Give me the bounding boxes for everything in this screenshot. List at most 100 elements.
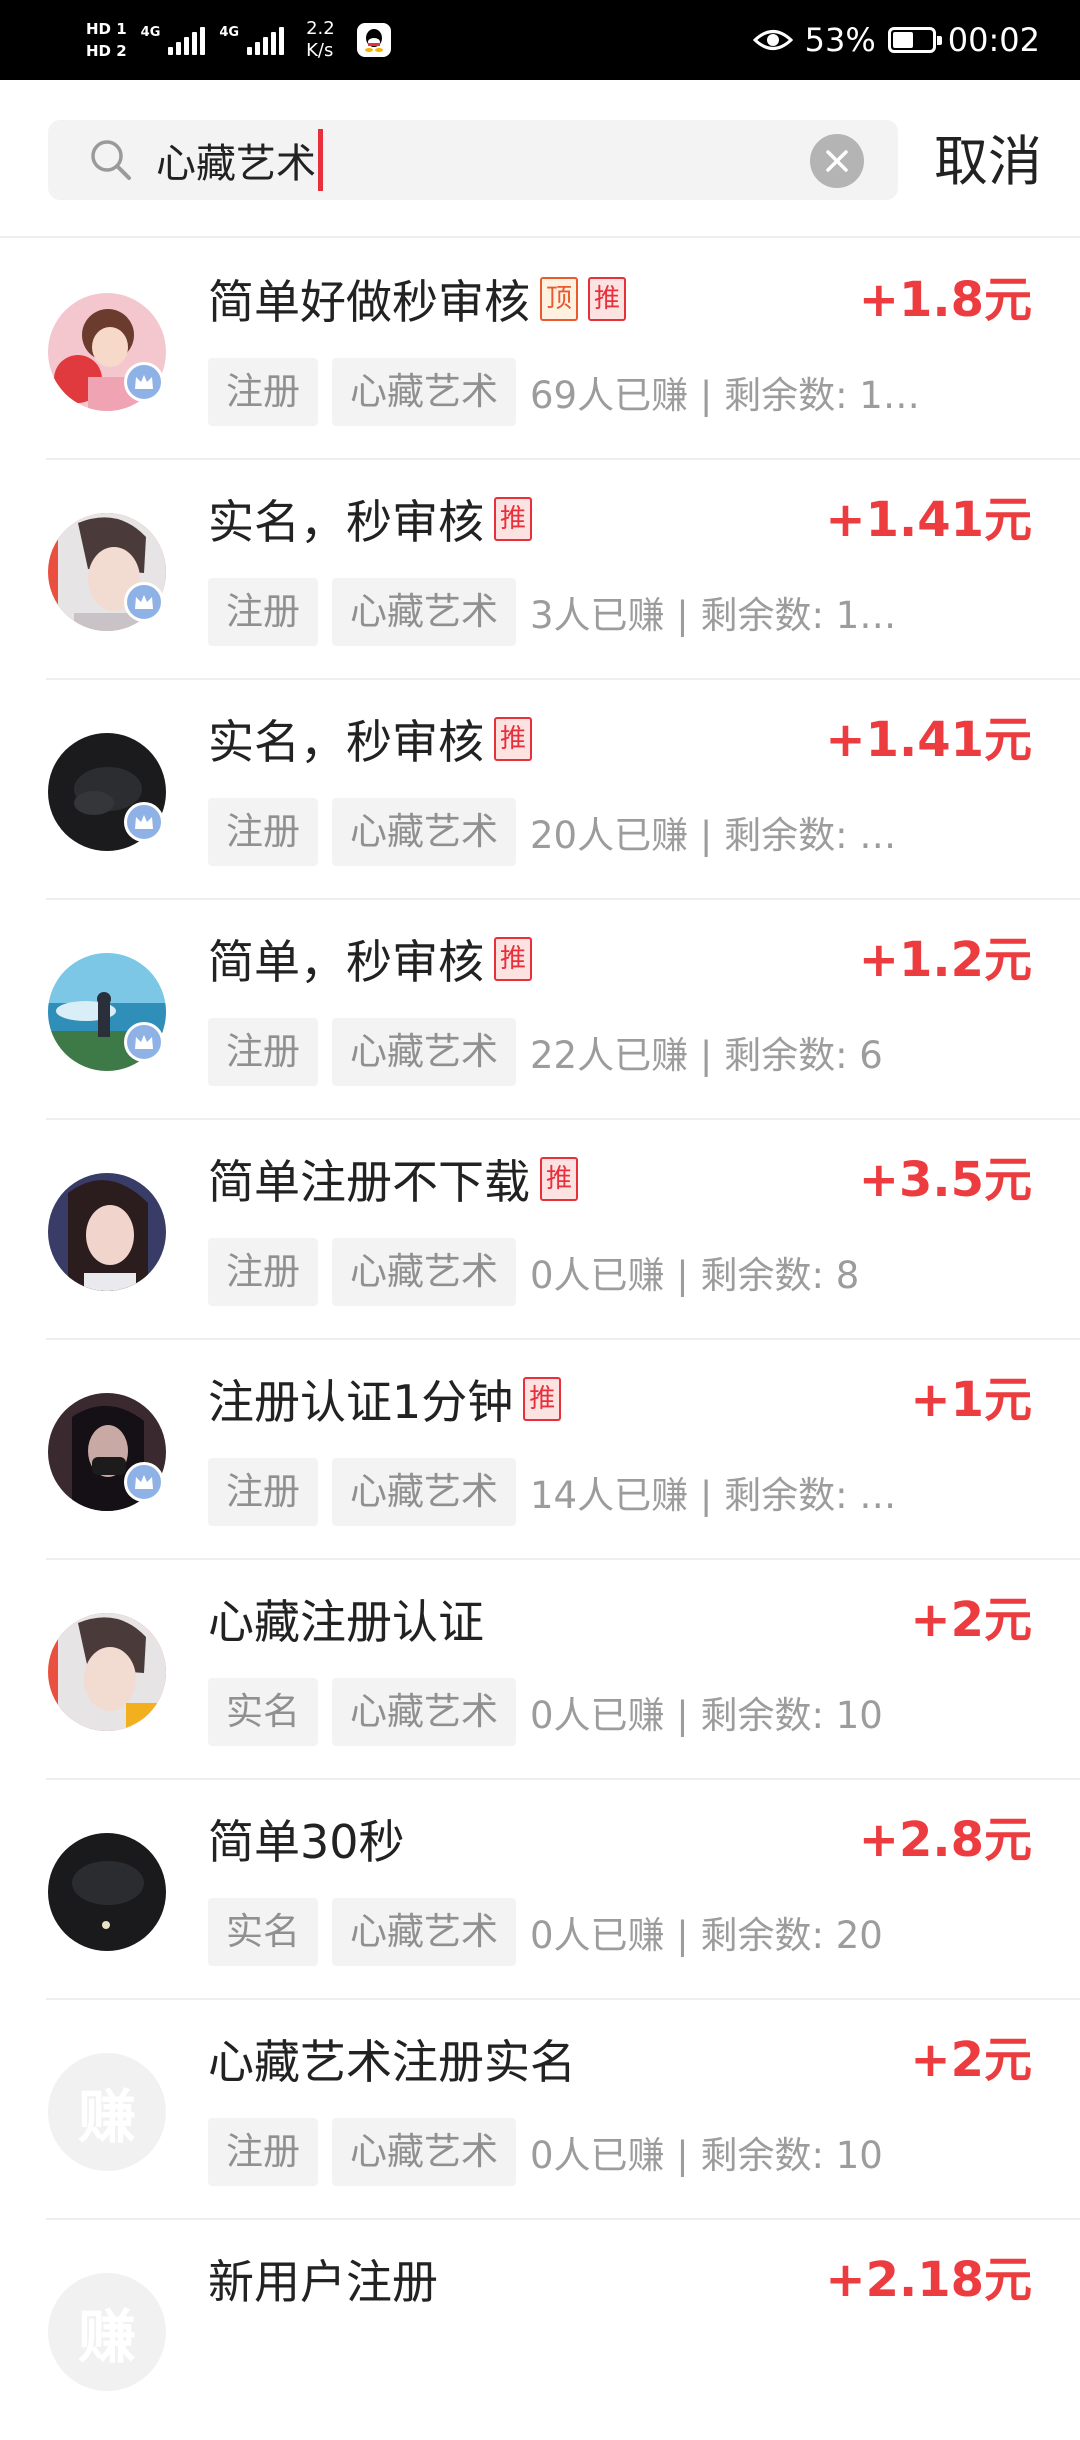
task-item[interactable]: 实名，秒审核 推 +1.41元 注册 心藏艺术 20人已赚 | 剩余数: … [46,680,1080,900]
vip-crown-icon [124,582,164,622]
task-item[interactable]: 简单注册不下载 推 +3.5元 注册 心藏艺术 0人已赚 | 剩余数: 8 [46,1120,1080,1340]
task-title: 新用户注册 [208,2248,438,2310]
app-name-chip: 心藏艺术 [332,1898,516,1966]
task-title: 简单30秒 [208,1808,405,1870]
task-type-chip: 注册 [208,358,318,426]
signal-2: 4G [219,25,285,55]
search-icon [91,140,131,180]
reward-amount: +1.41元 [825,712,1032,768]
app-name-chip: 心藏艺术 [332,2118,516,2186]
task-item[interactable]: 注册认证1分钟 推 +1元 注册 心藏艺术 14人已赚 | 剩余数: … [46,1340,1080,1560]
task-type-chip: 注册 [208,1458,318,1526]
sim2-label: HD 2 [86,42,127,60]
task-stats: 22人已赚 | 剩余数: 6 [530,1034,883,1077]
net1-label: 4G [140,25,161,40]
reward-amount: +2元 [910,2032,1032,2088]
task-title-text: 心藏注册认证 [208,1595,484,1649]
task-item[interactable]: 赚 心藏艺术注册实名 +2元 注册 心藏艺术 0人已赚 | 剩余数: 10 [46,2000,1080,2220]
task-title-text: 简单，秒审核 [208,935,484,989]
task-meta: 注册 心藏艺术 69人已赚 | 剩余数: 1… [208,358,920,426]
task-title: 注册认证1分钟 推 [208,1368,562,1430]
task-type-chip: 注册 [208,798,318,866]
search-input[interactable]: 心藏艺术 [156,129,323,191]
task-type-chip: 实名 [208,1678,318,1746]
task-stats: 0人已赚 | 剩余数: 20 [530,1914,883,1957]
reward-amount: +2.8元 [858,1812,1032,1868]
task-meta: 注册 心藏艺术 0人已赚 | 剩余数: 8 [208,1238,859,1306]
task-title-text: 注册认证1分钟 [208,1375,514,1429]
app-name-chip: 心藏艺术 [332,1018,516,1086]
search-query: 心藏艺术 [156,141,316,187]
eye-icon [752,30,793,50]
cancel-button[interactable]: 取消 [934,122,1042,202]
task-title: 简单好做秒审核 顶 推 [208,268,627,330]
qq-icon [356,23,391,57]
task-title-text: 实名，秒审核 [208,495,484,549]
task-title: 心藏艺术注册实名 [208,2028,576,2090]
app-name-chip: 心藏艺术 [332,578,516,646]
task-list: 简单好做秒审核 顶 推 +1.8元 注册 心藏艺术 69人已赚 | 剩余数: 1… [0,240,1080,2440]
vip-crown-icon [124,1022,164,1062]
recommend-tag: 推 [494,717,533,761]
task-meta: 注册 心藏艺术 20人已赚 | 剩余数: … [208,798,896,866]
network-speed: 2.2 K/s [306,18,335,62]
task-title-text: 简单注册不下载 [208,1155,530,1209]
task-stats: 0人已赚 | 剩余数: 10 [530,2134,883,2177]
reward-amount: +1.41元 [825,492,1032,548]
task-type-chip: 实名 [208,1898,318,1966]
recommend-tag: 推 [494,937,533,981]
task-meta: 注册 心藏艺术 22人已赚 | 剩余数: 6 [208,1018,883,1086]
search-box[interactable]: 心藏艺术 [48,120,898,200]
task-item[interactable]: 赚 新用户注册 +2.18元 [46,2220,1080,2440]
speed-unit: K/s [306,40,334,61]
text-caret [318,129,323,191]
speed-value: 2.2 [306,18,335,39]
task-type-chip: 注册 [208,2118,318,2186]
signal-bars-icon [247,25,285,55]
search-header: 心藏艺术 取消 [0,80,1080,238]
task-meta: 实名 心藏艺术 0人已赚 | 剩余数: 10 [208,1678,883,1746]
task-stats: 14人已赚 | 剩余数: … [530,1474,897,1517]
task-item[interactable]: 心藏注册认证 +2元 实名 心藏艺术 0人已赚 | 剩余数: 10 [46,1560,1080,1780]
task-title: 实名，秒审核 推 [208,488,533,550]
app-name-chip: 心藏艺术 [332,358,516,426]
clock: 00:02 [947,21,1040,59]
task-title-text: 实名，秒审核 [208,715,484,769]
sim-indicators: HD 1 HD 2 [86,19,127,61]
app-name-chip: 心藏艺术 [332,1678,516,1746]
task-title: 简单，秒审核 推 [208,928,533,990]
task-item[interactable]: 简单30秒 +2.8元 实名 心藏艺术 0人已赚 | 剩余数: 20 [46,1780,1080,2000]
task-item[interactable]: 简单，秒审核 推 +1.2元 注册 心藏艺术 22人已赚 | 剩余数: 6 [46,900,1080,1120]
status-bar: HD 1 HD 2 4G 4G 2.2 K/s 53% 00:02 [0,0,1080,80]
avatar: 赚 [48,2273,166,2391]
avatar [48,1613,166,1731]
task-stats: 3人已赚 | 剩余数: 1… [530,594,897,637]
top-tag: 顶 [540,277,579,321]
task-title: 实名，秒审核 推 [208,708,533,770]
avatar: 赚 [48,2053,166,2171]
net2-label: 4G [219,25,240,40]
task-type-chip: 注册 [208,1018,318,1086]
task-title-text: 心藏艺术注册实名 [208,2035,576,2089]
vip-crown-icon [124,362,164,402]
avatar [48,1833,166,1951]
task-stats: 20人已赚 | 剩余数: … [530,814,897,857]
task-stats: 0人已赚 | 剩余数: 8 [530,1254,860,1297]
task-meta: 注册 心藏艺术 3人已赚 | 剩余数: 1… [208,578,896,646]
battery-fill [892,32,913,48]
task-meta: 注册 心藏艺术 14人已赚 | 剩余数: … [208,1458,896,1526]
app-name-chip: 心藏艺术 [332,798,516,866]
task-type-chip: 注册 [208,1238,318,1306]
app-name-chip: 心藏艺术 [332,1458,516,1526]
task-item[interactable]: 简单好做秒审核 顶 推 +1.8元 注册 心藏艺术 69人已赚 | 剩余数: 1… [46,240,1080,460]
app-name-chip: 心藏艺术 [332,1238,516,1306]
battery-percent: 53% [804,21,876,59]
avatar [48,1173,166,1291]
clear-search-button[interactable] [810,134,864,188]
task-item[interactable]: 实名，秒审核 推 +1.41元 注册 心藏艺术 3人已赚 | 剩余数: 1… [46,460,1080,680]
task-stats: 69人已赚 | 剩余数: 1… [530,374,920,417]
vip-crown-icon [124,1462,164,1502]
sim1-label: HD 1 [86,20,127,38]
task-title-text: 简单好做秒审核 [208,275,530,329]
signal-bars-icon [168,25,206,55]
